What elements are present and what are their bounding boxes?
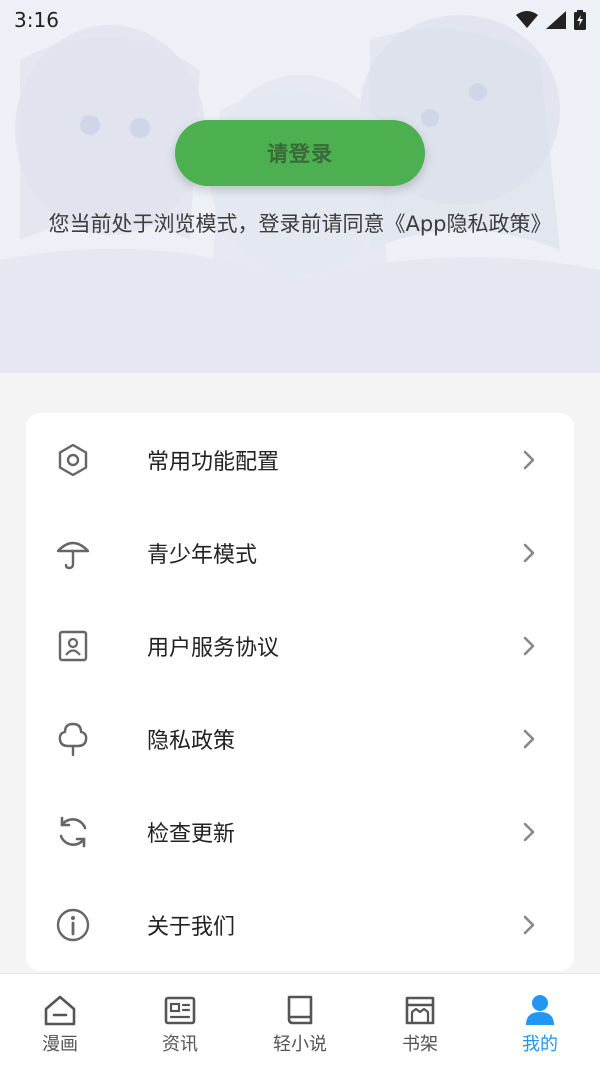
menu-item-label: 常用功能配置: [147, 449, 280, 475]
menu-item-teen-mode[interactable]: 青少年模式: [26, 506, 574, 599]
nav-tab-comics[interactable]: 漫画: [0, 974, 120, 1067]
nav-label: 书架: [402, 1034, 438, 1055]
menu-item-label: 隐私政策: [147, 728, 236, 754]
nav-tab-news[interactable]: 资讯: [120, 974, 240, 1067]
settings-menu: 常用功能配置 青少年模式 用户服务协议 隐私政策 检查更新 关于我们: [26, 413, 574, 971]
chevron-right-icon: [523, 543, 535, 562]
browse-mode-notice[interactable]: 您当前处于浏览模式，登录前请同意《App隐私政策》: [0, 208, 600, 238]
nav-label: 轻小说: [273, 1034, 327, 1055]
login-button[interactable]: 请登录: [175, 120, 425, 186]
menu-item-label: 检查更新: [147, 821, 236, 847]
bottom-navigation: 漫画 资讯 轻小说 书架 我的: [0, 973, 600, 1067]
bookshelf-icon: [402, 992, 438, 1028]
nav-label: 漫画: [42, 1034, 78, 1055]
umbrella-icon: [54, 534, 92, 572]
info-icon: [54, 906, 92, 944]
menu-item-check-update[interactable]: 检查更新: [26, 785, 574, 878]
menu-item-user-agreement[interactable]: 用户服务协议: [26, 599, 574, 692]
chevron-right-icon: [523, 729, 535, 748]
news-icon: [162, 992, 198, 1028]
profile-header: 请登录 您当前处于浏览模式，登录前请同意《App隐私政策》: [0, 0, 600, 373]
menu-item-label: 用户服务协议: [147, 635, 280, 661]
hexagon-settings-icon: [54, 441, 92, 479]
chevron-right-icon: [523, 636, 535, 655]
home-icon: [42, 992, 78, 1028]
nav-tab-light-novel[interactable]: 轻小说: [240, 974, 360, 1067]
tree-icon: [54, 720, 92, 758]
book-icon: [282, 992, 318, 1028]
menu-item-label: 青少年模式: [147, 542, 258, 568]
status-time: 3:16: [14, 8, 59, 32]
chevron-right-icon: [523, 915, 535, 934]
chevron-right-icon: [523, 822, 535, 841]
nav-tab-bookshelf[interactable]: 书架: [360, 974, 480, 1067]
contact-card-icon: [54, 627, 92, 665]
menu-item-privacy-policy[interactable]: 隐私政策: [26, 692, 574, 785]
battery-icon: [574, 10, 586, 30]
header-background-illustration: [0, 0, 600, 373]
chevron-right-icon: [523, 450, 535, 469]
refresh-icon: [54, 813, 92, 851]
wifi-icon: [516, 11, 538, 28]
nav-tab-mine[interactable]: 我的: [480, 974, 600, 1067]
nav-label: 资讯: [162, 1034, 198, 1055]
nav-label: 我的: [522, 1034, 558, 1055]
menu-item-label: 关于我们: [147, 914, 236, 940]
menu-item-about-us[interactable]: 关于我们: [26, 878, 574, 971]
menu-item-common-features[interactable]: 常用功能配置: [26, 413, 574, 506]
status-bar: 3:16: [0, 0, 600, 40]
person-icon: [522, 992, 558, 1028]
cell-signal-icon: [546, 11, 566, 29]
